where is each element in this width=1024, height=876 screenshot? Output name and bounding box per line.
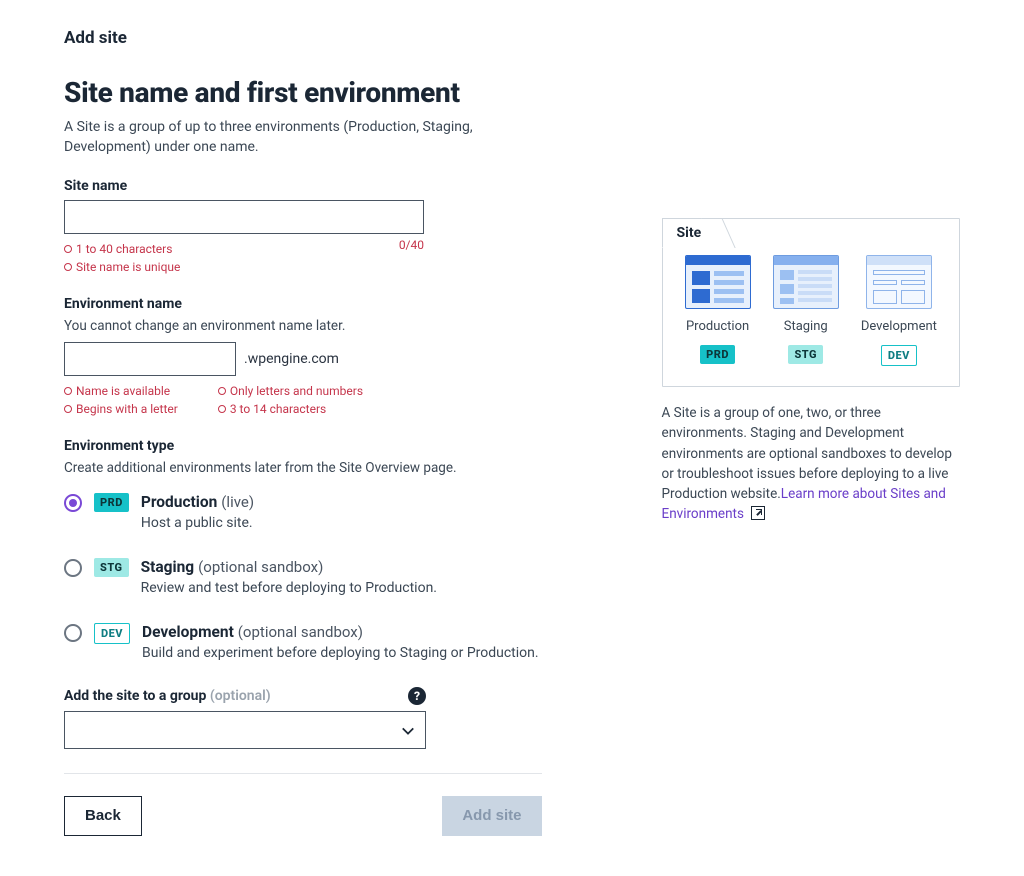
env-option-qualifier: (live)	[221, 493, 254, 511]
env-option-development[interactable]: DEV Development (optional sandbox) Build…	[64, 622, 542, 661]
site-name-label: Site name	[64, 178, 542, 194]
env-option-qualifier: (optional sandbox)	[198, 558, 323, 576]
radio-staging[interactable]	[64, 559, 82, 577]
group-select[interactable]	[64, 711, 426, 749]
chevron-down-icon	[401, 723, 415, 737]
env-name-label: Environment name	[64, 296, 542, 312]
env-name-rules-left: Name is available Begins with a letter	[64, 382, 178, 418]
page-title: Site name and first environment	[64, 76, 542, 109]
thumb-label: Staging	[784, 319, 828, 334]
site-name-input[interactable]	[64, 200, 424, 234]
site-name-counter: 0/40	[399, 238, 424, 276]
thumb-label: Development	[861, 319, 937, 334]
env-option-name: Staging	[141, 558, 195, 576]
thumb-development: Development DEV	[861, 255, 937, 366]
site-tab-label: Site	[662, 218, 721, 248]
group-label: Add the site to a group	[64, 688, 206, 704]
env-type-helper: Create additional environments later fro…	[64, 460, 542, 476]
env-option-production[interactable]: PRD Production (live) Host a public site…	[64, 492, 542, 531]
env-option-name: Production	[141, 493, 217, 511]
add-site-button[interactable]: Add site	[442, 796, 541, 836]
env-option-qualifier: (optional sandbox)	[238, 623, 363, 641]
group-optional: (optional)	[210, 688, 271, 704]
radio-development[interactable]	[64, 624, 82, 642]
env-name-rule: 3 to 14 characters	[218, 400, 363, 418]
thumb-badge-dev: DEV	[881, 345, 917, 366]
external-link-icon	[751, 506, 765, 520]
radio-production[interactable]	[64, 494, 82, 512]
illustration-note: A Site is a group of one, two, or three …	[662, 403, 960, 525]
env-option-desc: Host a public site.	[141, 515, 542, 531]
thumb-production: Production PRD	[685, 255, 751, 366]
intro-text: A Site is a group of up to three environ…	[64, 117, 542, 158]
site-illustration: Site Production PRD Staging ST	[662, 218, 960, 387]
env-option-desc: Review and test before deploying to Prod…	[141, 580, 542, 596]
thumb-preview-stg	[773, 255, 839, 309]
thumb-staging: Staging STG	[773, 255, 839, 366]
thumb-preview-prd	[685, 255, 751, 309]
env-option-desc: Build and experiment before deploying to…	[142, 645, 541, 661]
env-name-rule: Only letters and numbers	[218, 382, 363, 400]
separator	[64, 773, 542, 774]
env-name-helper: You cannot change an environment name la…	[64, 318, 542, 334]
env-name-rules-right: Only letters and numbers 3 to 14 charact…	[218, 382, 363, 418]
env-name-suffix: .wpengine.com	[244, 351, 339, 367]
env-option-staging[interactable]: STG Staging (optional sandbox) Review an…	[64, 557, 542, 596]
env-name-input[interactable]	[64, 342, 236, 376]
thumb-badge-stg: STG	[788, 345, 823, 364]
badge-dev: DEV	[94, 623, 130, 644]
env-option-name: Development	[142, 623, 234, 641]
badge-stg: STG	[94, 558, 129, 577]
thumb-preview-dev	[866, 255, 932, 309]
thumb-label: Production	[686, 319, 749, 334]
site-name-rule: 1 to 40 characters	[64, 240, 180, 258]
help-icon[interactable]: ?	[408, 687, 426, 705]
badge-prd: PRD	[94, 493, 129, 512]
site-name-rule: Site name is unique	[64, 258, 180, 276]
site-name-rules: 1 to 40 characters Site name is unique	[64, 240, 180, 276]
back-button[interactable]: Back	[64, 796, 142, 836]
env-name-rule: Begins with a letter	[64, 400, 178, 418]
env-type-label: Environment type	[64, 438, 542, 454]
breadcrumb: Add site	[64, 28, 542, 48]
env-name-rule: Name is available	[64, 382, 178, 400]
thumb-badge-prd: PRD	[700, 345, 735, 364]
